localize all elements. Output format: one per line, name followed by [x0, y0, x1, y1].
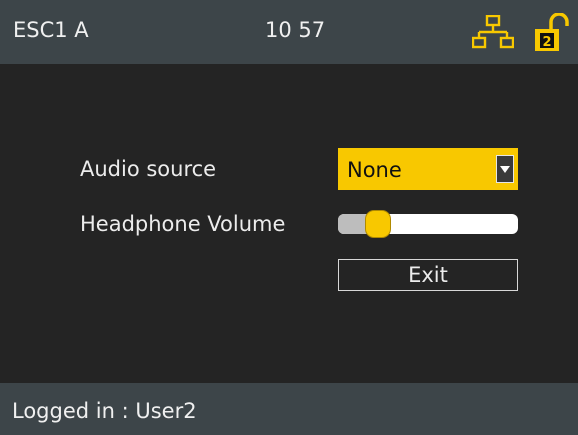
audio-source-label: Audio source: [80, 157, 217, 181]
audio-source-select[interactable]: None: [338, 148, 518, 190]
clock-time: 10 57: [265, 18, 326, 42]
network-icon: [472, 15, 514, 49]
audio-source-value: None: [347, 158, 402, 182]
headphone-volume-slider[interactable]: [338, 210, 518, 238]
volume-slider-thumb[interactable]: [365, 210, 391, 238]
headphone-volume-label: Headphone Volume: [80, 212, 286, 236]
lock-badge: 2: [542, 35, 551, 50]
unlocked-padlock-icon: 2: [535, 13, 569, 51]
chevron-down-icon[interactable]: [496, 155, 514, 183]
status-bar: Logged in : User2: [0, 383, 578, 435]
device-name: ESC1 A: [13, 18, 89, 42]
login-status: Logged in : User2: [12, 399, 197, 423]
top-bar: ESC1 A 10 57 2: [0, 0, 578, 64]
exit-button[interactable]: Exit: [338, 259, 518, 291]
